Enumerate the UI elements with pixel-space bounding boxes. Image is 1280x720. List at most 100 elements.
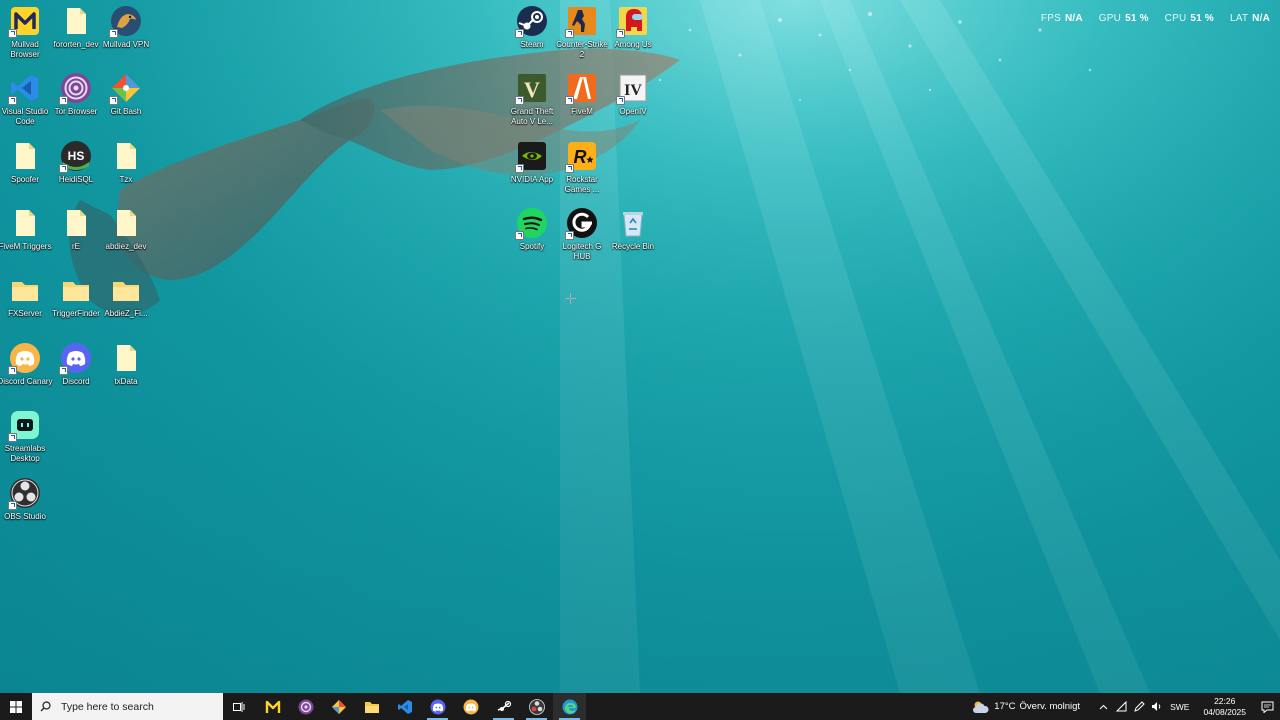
desktop-icon-tor-browser[interactable]: Tor Browser: [51, 72, 101, 117]
language-indicator[interactable]: SWE: [1170, 702, 1189, 712]
desktop-icon-label: Visual Studio Code: [1, 107, 49, 126]
desktop-icon-abdiez-fi[interactable]: AbdieZ_Fi...: [101, 274, 151, 319]
desktop-icon-label: HeidiSQL: [58, 175, 94, 184]
taskbar-vscode[interactable]: [388, 693, 421, 720]
taskbar-task-view[interactable]: [223, 693, 256, 720]
recycle-bin-icon: [623, 212, 643, 237]
desktop-icon-obs[interactable]: OBS Studio: [0, 477, 50, 522]
tray-volume[interactable]: [1148, 693, 1166, 720]
taskbar-git-bash[interactable]: [322, 693, 355, 720]
desktop-icon-label: Spotify: [519, 242, 545, 251]
folder-icon: [63, 282, 89, 301]
desktop-icon-label: Mullvad Browser: [10, 40, 40, 59]
desktop-icon-txdata[interactable]: txData: [101, 342, 151, 387]
desktop-icon-fororten-dev[interactable]: fororten_dev: [51, 5, 101, 50]
taskbar-search-box[interactable]: Type here to search: [32, 693, 223, 720]
desktop-icon-counter-strike[interactable]: Counter-Strike 2: [556, 5, 608, 60]
desktop-icon-tzx[interactable]: Tzx: [101, 140, 151, 185]
desktop-icon-text-file[interactable]: Visual Studio Code: [0, 72, 50, 127]
weather-widget[interactable]: 17°C Överv. molnigt: [972, 700, 1080, 714]
edge-icon: [562, 699, 577, 714]
desktop-icon-label: Grand Theft Auto V Le...: [510, 107, 554, 126]
desktop-icon-spoofer[interactable]: Spoofer: [0, 140, 50, 185]
vscode-icon: [397, 699, 412, 714]
desktop-icon-steam[interactable]: Steam: [507, 5, 557, 50]
discord-icon: [463, 699, 478, 714]
steam-icon: [497, 700, 511, 711]
discord-canary-icon: [430, 699, 445, 714]
desktop-icon-fivem-triggers[interactable]: FiveM Triggers: [0, 207, 52, 252]
cloudy-weather-icon: [973, 701, 989, 713]
desktop-icon-logitech[interactable]: Logitech G HUB: [557, 207, 607, 262]
taskbar-tor-browser[interactable]: [289, 693, 322, 720]
desktop-icon-triggerfinder[interactable]: TriggerFinder: [51, 274, 101, 319]
desktop-icon-label: Streamlabs Desktop: [4, 444, 46, 463]
desktop-icon-label: Counter-Strike 2: [556, 40, 608, 59]
taskbar-obs[interactable]: [520, 693, 553, 720]
desktop-icon-rockstar[interactable]: R Rockstar Games ...: [557, 140, 607, 195]
svg-text:IV: IV: [624, 82, 642, 99]
desktop-icon-abdiez-dev[interactable]: abdiez_dev: [101, 207, 151, 252]
desktop-icon-label: fororten_dev: [53, 40, 99, 49]
obs-icon: [528, 698, 545, 715]
text-file-icon: [67, 8, 86, 34]
desktop-icon-mullvad-browser[interactable]: Mullvad Browser: [0, 5, 50, 60]
desktop-icon-label: abdiez_dev: [105, 242, 147, 251]
pen-icon: [1134, 700, 1145, 712]
tray-network[interactable]: [1112, 693, 1130, 720]
notification-center-button[interactable]: [1254, 693, 1280, 720]
desktop-icon-fivem[interactable]: FiveM: [557, 72, 607, 117]
desktop-icon-label: txData: [114, 377, 138, 386]
volume-icon: [1152, 702, 1161, 711]
taskbar: Type here to search 17°C Överv. molnigt: [0, 693, 1280, 720]
desktop-icon-nvidia[interactable]: NVIDIA App: [507, 140, 557, 185]
desktop-icon-label: Discord Canary: [0, 377, 53, 386]
start-button[interactable]: [0, 693, 32, 720]
windows-logo-icon: [10, 700, 22, 713]
folder-icon: [113, 282, 139, 301]
search-placeholder: Type here to search: [61, 700, 154, 713]
desktop-icon-label: FiveM Triggers: [0, 242, 52, 251]
taskbar-discord-canary[interactable]: [421, 693, 454, 720]
desktop-icon-re[interactable]: rE: [51, 207, 101, 252]
tray-overflow-button[interactable]: [1094, 693, 1112, 720]
taskbar-clock[interactable]: 22:26 04/08/2025: [1203, 696, 1246, 718]
desktop-icon-discord-canary[interactable]: Discord Canary: [0, 342, 53, 387]
file-explorer-icon: [364, 701, 379, 713]
taskbar-mullvad-browser[interactable]: [256, 693, 289, 720]
desktop-icon-label: Among Us: [614, 40, 652, 49]
taskbar-discord[interactable]: [454, 693, 487, 720]
weather-temperature: 17°C: [994, 701, 1016, 712]
tray-pen[interactable]: [1130, 693, 1148, 720]
desktop-icon-label: rE: [72, 242, 80, 251]
taskbar-steam[interactable]: [487, 693, 520, 720]
text-file-icon: [16, 210, 35, 236]
desktop-icon-discord[interactable]: Discord: [51, 342, 101, 387]
taskbar-edge[interactable]: [553, 693, 586, 720]
clock-time: 22:26: [1214, 695, 1236, 706]
desktop-icon-label: Tzx: [119, 175, 133, 184]
taskbar-file-explorer[interactable]: [355, 693, 388, 720]
desktop-icon-mullvad-vpn[interactable]: Mullvad VPN: [101, 5, 151, 50]
desktop-icon-openiv[interactable]: IV OpenIV: [608, 72, 658, 117]
chevron-up-icon: [1099, 704, 1107, 709]
text-file-icon: [117, 210, 136, 236]
desktop-icon-label: Recycle Bin: [611, 242, 655, 251]
desktop-icon-label: AbdieZ_Fi...: [104, 309, 148, 318]
latency-readout: LAT N/A: [1229, 13, 1270, 24]
desktop-icon-label: OBS Studio: [4, 512, 46, 521]
desktop-icon-spotify[interactable]: Spotify: [507, 207, 557, 252]
desktop-icon-git-bash[interactable]: Git Bash: [101, 72, 151, 117]
desktop-icon-streamlabs[interactable]: Streamlabs Desktop: [0, 409, 50, 464]
gpu-readout: GPU 51 %: [1098, 13, 1149, 24]
desktop-icon-label: Steam: [520, 40, 544, 49]
desktop-icon-recycle-bin[interactable]: Recycle Bin: [608, 207, 658, 252]
desktop-icon-among-us[interactable]: Among Us: [608, 5, 658, 50]
desktop-icon-label: Mullvad VPN: [102, 40, 150, 49]
desktop-icon-heidisql[interactable]: HS HeidiSQL: [51, 140, 101, 185]
crosshair-cursor-icon: [565, 293, 576, 304]
desktop-icon-gta-v[interactable]: V Grand Theft Auto V Le...: [507, 72, 557, 127]
text-file-icon: [117, 143, 136, 169]
desktop-icon-fxserver[interactable]: FXServer: [0, 274, 50, 319]
text-file-icon: [16, 143, 35, 169]
